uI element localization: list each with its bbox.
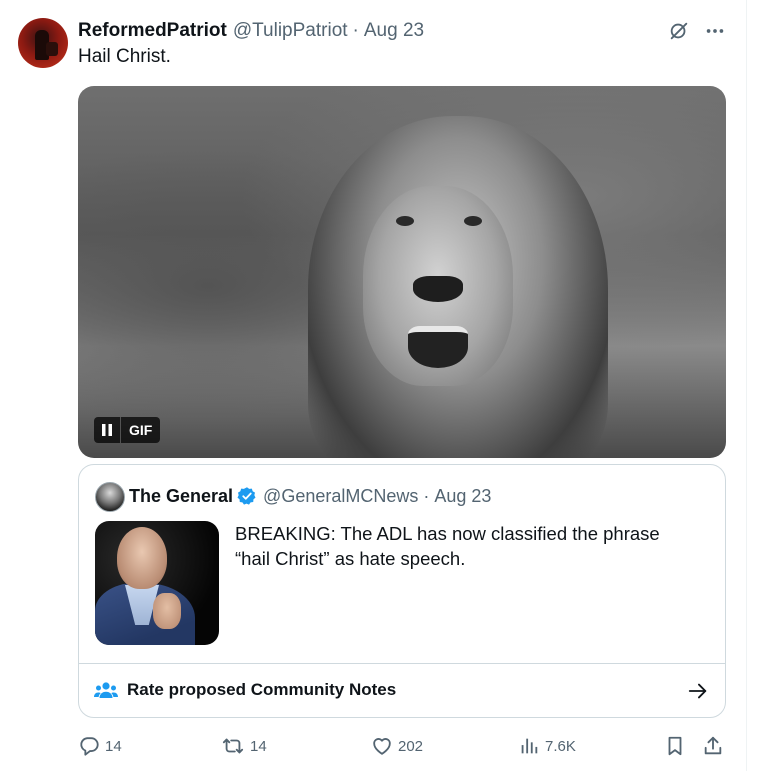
quote-header-separator: · <box>423 485 430 506</box>
column-divider <box>746 0 747 771</box>
author-handle[interactable]: @TulipPatriot <box>233 20 348 42</box>
share-button[interactable] <box>702 732 724 760</box>
repost-count: 14 <box>250 737 267 755</box>
tweet-action-bar: 14 14 202 7.6K <box>78 732 726 760</box>
arrow-right-icon[interactable] <box>687 680 709 707</box>
reply-button[interactable]: 14 <box>78 732 122 760</box>
community-notes-bar[interactable]: Rate proposed Community Notes <box>79 663 725 717</box>
thumb-head <box>117 527 167 589</box>
header-separator: · <box>352 20 359 41</box>
people-icon <box>94 680 118 707</box>
tweet-top-actions <box>666 18 728 44</box>
more-options-icon[interactable] <box>702 18 728 44</box>
author-name[interactable]: ReformedPatriot <box>78 20 227 42</box>
lion-nose <box>413 276 463 302</box>
bookmark-icon <box>664 735 686 757</box>
lion-mouth <box>408 326 468 368</box>
quote-author-avatar <box>95 482 125 512</box>
community-notes-label: Rate proposed Community Notes <box>127 680 397 699</box>
view-count: 7.6K <box>545 737 576 755</box>
author-avatar[interactable] <box>18 18 68 68</box>
pause-icon[interactable] <box>94 417 121 443</box>
repost-button[interactable]: 14 <box>221 732 267 760</box>
analytics-icon <box>518 735 540 757</box>
gif-controls[interactable]: GIF <box>94 417 161 443</box>
tweet-date[interactable]: Aug 23 <box>364 20 424 42</box>
views-button[interactable]: 7.6K <box>518 732 576 760</box>
quote-text: BREAKING: The ADL has now classified the… <box>235 523 660 569</box>
gif-label: GIF <box>129 422 153 438</box>
bookmark-button[interactable] <box>664 732 686 760</box>
like-button[interactable]: 202 <box>371 732 423 760</box>
quote-date: Aug 23 <box>434 485 492 506</box>
grok-icon[interactable] <box>666 18 692 44</box>
repost-icon <box>221 735 245 757</box>
lion-eye-left <box>396 216 414 226</box>
tweet-header: ReformedPatriot @TulipPatriot · Aug 23 <box>78 19 424 43</box>
lion-eye-right <box>464 216 482 226</box>
avatar-figure-detail <box>46 42 58 56</box>
quote-thumbnail <box>95 521 219 645</box>
quoted-tweet[interactable]: The General @GeneralMCNews · Aug 23 BREA… <box>78 464 726 718</box>
tweet-text: Hail Christ. <box>78 46 171 67</box>
quote-author-name: The General <box>129 485 234 506</box>
quote-author-handle: @GeneralMCNews <box>263 485 419 506</box>
tweet-gif[interactable]: GIF <box>78 86 726 458</box>
share-icon <box>702 735 724 757</box>
heart-icon <box>371 735 393 757</box>
thumb-hand <box>153 593 181 629</box>
like-count: 202 <box>398 737 424 755</box>
quote-header: The General @GeneralMCNews · Aug 23 <box>129 484 491 508</box>
reply-icon <box>78 735 100 757</box>
verified-badge-icon <box>237 486 257 506</box>
reply-count: 14 <box>105 737 122 755</box>
